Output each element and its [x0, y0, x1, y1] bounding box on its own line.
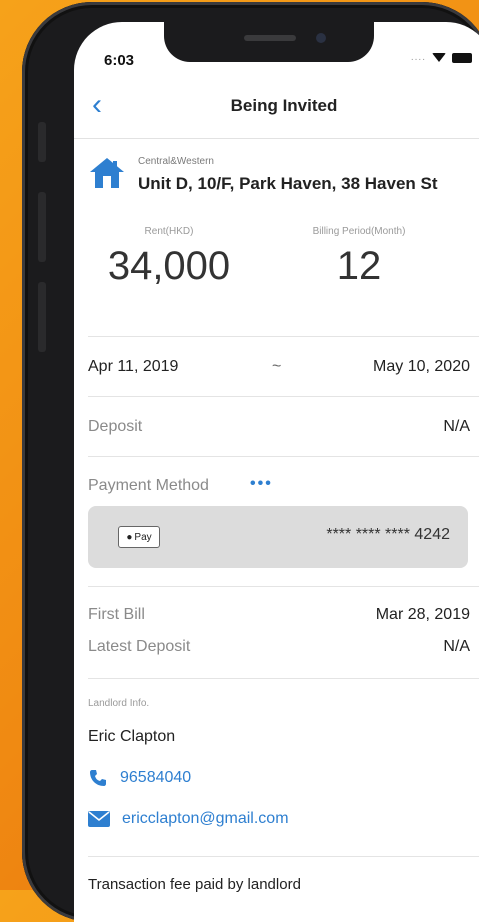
- volume-up-button: [38, 192, 46, 262]
- email-icon: [88, 811, 110, 827]
- billing-period-label: Billing Period(Month): [312, 226, 406, 237]
- front-camera: [316, 33, 326, 43]
- lease-start-date: Apr 11, 2019: [88, 358, 179, 375]
- latest-deposit-value: N/A: [443, 638, 470, 655]
- first-bill-value: Mar 28, 2019: [375, 606, 470, 623]
- billing-period-value: 12: [336, 244, 382, 288]
- phone-frame: 6:03 .... ‹ Being Invited Central&Wester…: [22, 2, 479, 922]
- transaction-fee-note: Transaction fee paid by landlord: [88, 876, 301, 893]
- apple-pay-badge: ● Pay: [118, 526, 160, 548]
- payment-options-button[interactable]: •••: [250, 475, 273, 493]
- landlord-phone-link[interactable]: 96584040: [88, 768, 191, 788]
- divider: [88, 678, 479, 679]
- latest-deposit-label: Latest Deposit: [88, 638, 191, 655]
- district-label: Central&Western: [138, 156, 214, 167]
- landlord-phone: 96584040: [120, 769, 192, 786]
- house-icon: [90, 158, 124, 188]
- wifi-icon: [432, 53, 446, 62]
- landlord-section-label: Landlord Info.: [88, 698, 150, 709]
- status-time: 6:03: [104, 52, 135, 69]
- rent-value: 34,000: [107, 244, 231, 288]
- divider: [88, 586, 479, 587]
- payment-card[interactable]: ● Pay **** **** **** 4242: [88, 506, 468, 568]
- landlord-name: Eric Clapton: [88, 728, 176, 745]
- property-address: Unit D, 10/F, Park Haven, 38 Haven St: [138, 174, 438, 193]
- deposit-value: N/A: [443, 418, 470, 435]
- speaker: [244, 35, 296, 41]
- notch: [164, 22, 374, 62]
- navigation-bar: ‹ Being Invited: [74, 82, 479, 139]
- deposit-label: Deposit: [88, 418, 143, 435]
- date-separator: ~: [272, 358, 282, 375]
- divider: [88, 856, 479, 857]
- first-bill-label: First Bill: [88, 606, 145, 623]
- signal-dots: ....: [410, 52, 426, 63]
- apple-icon: ●: [126, 531, 133, 543]
- rent-label: Rent(HKD): [144, 226, 194, 237]
- status-icons: ....: [411, 52, 472, 63]
- battery-icon: [452, 52, 472, 63]
- divider: [88, 396, 479, 397]
- landlord-email-link[interactable]: ericclapton@gmail.com: [88, 810, 289, 828]
- page-title: Being Invited: [230, 96, 338, 115]
- apple-pay-label: Pay: [134, 531, 152, 543]
- lease-end-date: May 10, 2020: [373, 358, 470, 375]
- phone-icon: [90, 770, 106, 786]
- divider: [88, 456, 479, 457]
- mute-switch: [38, 122, 46, 162]
- volume-down-button: [38, 282, 46, 352]
- card-number: **** **** **** 4242: [326, 526, 450, 543]
- divider: [88, 336, 479, 337]
- landlord-email: ericclapton@gmail.com: [122, 810, 289, 827]
- payment-method-label: Payment Method: [88, 477, 209, 494]
- app-screen: 6:03 .... ‹ Being Invited Central&Wester…: [74, 22, 479, 922]
